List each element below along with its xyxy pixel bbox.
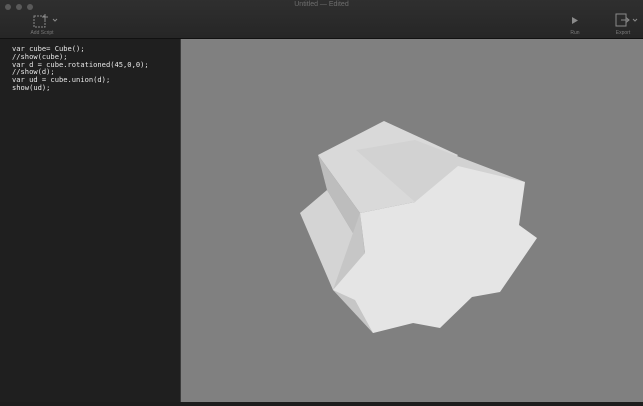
run-label: Run xyxy=(570,30,580,36)
play-icon xyxy=(572,17,578,24)
3d-viewport[interactable] xyxy=(181,39,643,402)
export-icon xyxy=(615,13,638,27)
window-title: Untitled — Edited xyxy=(294,1,349,8)
add-script-icon xyxy=(33,14,58,28)
export-label: Export xyxy=(615,30,631,36)
code-text[interactable]: var cube= Cube(); //show(cube); var d = … xyxy=(0,39,180,92)
code-line: show(ud); xyxy=(12,82,51,92)
rendered-model xyxy=(300,121,537,333)
toolbar: Untitled — Edited Add Script Run Export xyxy=(0,0,643,39)
code-editor[interactable]: var cube= Cube(); //show(cube); var d = … xyxy=(0,39,181,402)
add-script-label: Add Script xyxy=(30,30,54,36)
